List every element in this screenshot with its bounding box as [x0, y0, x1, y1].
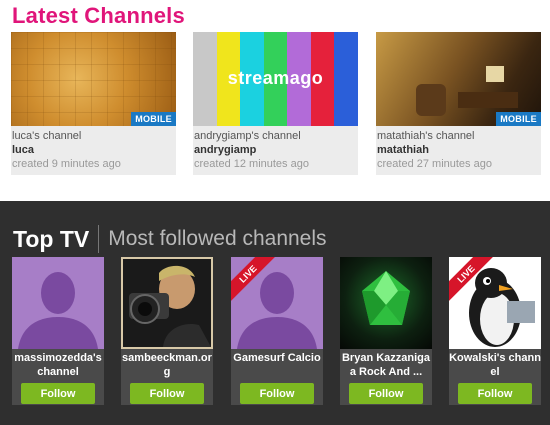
- channel-name[interactable]: matathiah's channel: [377, 129, 541, 143]
- follow-button[interactable]: Follow: [21, 383, 95, 404]
- latest-channels-title: Latest Channels: [12, 3, 185, 28]
- latest-channels-section: Latest Channels MOBILE luca's channel lu…: [0, 0, 550, 201]
- channel-created: created 12 minutes ago: [194, 158, 309, 170]
- channel-user[interactable]: andrygiamp: [194, 143, 358, 157]
- channel-photo-thumbnail[interactable]: [121, 257, 213, 349]
- top-tv-subtitle: Most followed channels: [108, 227, 327, 250]
- channel-name[interactable]: Bryan Kazzaniga a Rock And ...: [340, 349, 432, 381]
- latest-channel-card[interactable]: MOBILE luca's channel luca created 9 min…: [11, 32, 176, 175]
- channel-thumbnail[interactable]: MOBILE: [11, 32, 176, 126]
- thumbnail-detail: [486, 66, 504, 82]
- top-channel-card[interactable]: sambeeckman.org Follow: [121, 257, 213, 405]
- top-channel-card[interactable]: LIVE Kowalski's channel Follow: [449, 257, 541, 405]
- green-gem-icon: [362, 271, 410, 325]
- channel-name[interactable]: Kowalski's channel: [449, 349, 541, 381]
- channel-created: created 27 minutes ago: [377, 158, 492, 170]
- latest-channel-card[interactable]: MOBILE matathiah's channel matathiah cre…: [376, 32, 541, 175]
- channel-logo-thumbnail[interactable]: LIVE: [449, 257, 541, 349]
- mobile-badge: MOBILE: [131, 112, 176, 126]
- header-divider: [98, 225, 100, 253]
- streamago-overlay: streamago: [227, 68, 324, 88]
- default-avatar-thumbnail[interactable]: [12, 257, 104, 349]
- channel-info: matathiah's channel matathiah created 27…: [377, 129, 541, 171]
- channel-logo-thumbnail[interactable]: [340, 257, 432, 349]
- channel-thumbnail[interactable]: streamago: [193, 32, 358, 126]
- follow-button[interactable]: Follow: [240, 383, 314, 404]
- channel-info: andrygiamp's channel andrygiamp created …: [194, 129, 358, 171]
- top-channel-card[interactable]: massimozedda's channel Follow: [12, 257, 104, 405]
- default-avatar-thumbnail[interactable]: LIVE: [231, 257, 323, 349]
- thumbnail-detail: [458, 92, 518, 108]
- top-tv-section: Top TV Most followed channels massimozed…: [0, 201, 550, 425]
- channel-name[interactable]: Gamesurf Calcio: [231, 349, 323, 381]
- latest-channel-card[interactable]: streamago andrygiamp's channel andrygiam…: [193, 32, 358, 175]
- follow-button[interactable]: Follow: [130, 383, 204, 404]
- channel-thumbnail[interactable]: MOBILE: [376, 32, 541, 126]
- channel-name[interactable]: sambeeckman.org: [121, 349, 213, 381]
- camera-person-icon: [123, 259, 211, 347]
- channel-info: luca's channel luca created 9 minutes ag…: [12, 129, 176, 171]
- channel-user[interactable]: matathiah: [377, 143, 541, 157]
- person-silhouette-icon: [12, 257, 104, 349]
- top-tv-header: Top TV Most followed channels: [13, 224, 327, 254]
- top-tv-title: Top TV: [13, 225, 90, 252]
- channel-user[interactable]: luca: [12, 143, 176, 157]
- top-channel-card[interactable]: LIVE Gamesurf Calcio Follow: [231, 257, 323, 405]
- channel-created: created 9 minutes ago: [12, 158, 121, 170]
- channel-name[interactable]: andrygiamp's channel: [194, 129, 358, 143]
- follow-button[interactable]: Follow: [349, 383, 423, 404]
- top-channel-card[interactable]: Bryan Kazzaniga a Rock And ... Follow: [340, 257, 432, 405]
- channel-name[interactable]: luca's channel: [12, 129, 176, 143]
- mobile-badge: MOBILE: [496, 112, 541, 126]
- follow-button[interactable]: Follow: [458, 383, 532, 404]
- thumbnail-detail: [416, 84, 446, 116]
- channel-name[interactable]: massimozedda's channel: [12, 349, 104, 381]
